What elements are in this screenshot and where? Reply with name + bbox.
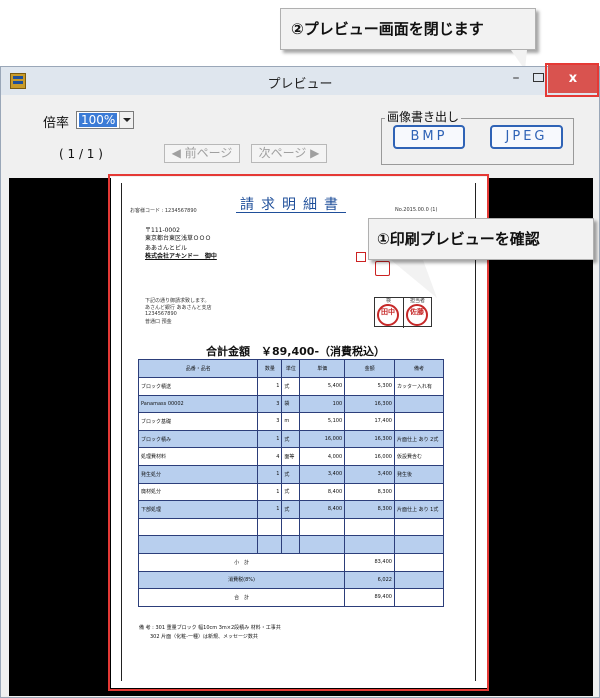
jpeg-button[interactable]: JPEG bbox=[490, 125, 563, 149]
next-page-button[interactable]: 次ページ ▶ bbox=[251, 144, 327, 163]
chevron-down-icon[interactable] bbox=[119, 112, 133, 128]
zoom-select[interactable]: 100% bbox=[76, 111, 134, 129]
screen: ②プレビュー画面を閉じます プレビュー – x 倍率 100% ( 1 / 1 … bbox=[0, 0, 600, 698]
preview-callout-text: ①印刷プレビューを確認 bbox=[377, 230, 540, 248]
zoom-value: 100% bbox=[79, 113, 118, 127]
zoom-label: 倍率 bbox=[43, 116, 70, 131]
close-callout-text: ②プレビュー画面を閉じます bbox=[291, 20, 484, 38]
minimize-button[interactable]: – bbox=[506, 69, 526, 89]
maximize-button[interactable] bbox=[533, 73, 544, 82]
title-bar[interactable]: プレビュー – x bbox=[1, 65, 599, 95]
page-counter: ( 1 / 1 ) bbox=[59, 147, 103, 161]
prev-page-button[interactable]: ◀ 前ページ bbox=[164, 144, 240, 163]
preview-callout: ①印刷プレビューを確認 bbox=[368, 218, 594, 260]
close-callout: ②プレビュー画面を閉じます bbox=[280, 8, 536, 50]
close-highlight bbox=[545, 63, 599, 97]
image-output-label: 画像書き出し bbox=[385, 108, 462, 125]
bmp-button[interactable]: BMP bbox=[393, 125, 465, 149]
